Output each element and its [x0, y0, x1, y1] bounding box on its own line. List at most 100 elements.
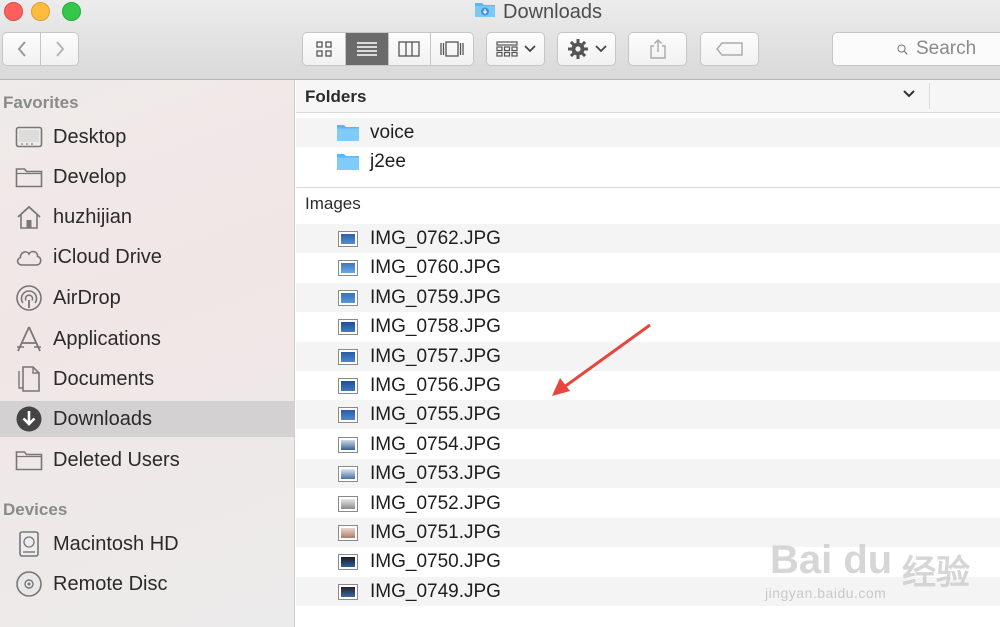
watermark-logo: Bai du	[770, 538, 893, 582]
action-button[interactable]	[557, 32, 616, 66]
chevron-down-icon	[594, 45, 607, 53]
list-item[interactable]: IMG_0752.JPG	[296, 489, 1000, 518]
watermark-url: jingyan.baidu.com	[765, 585, 887, 601]
file-name: IMG_0760.JPG	[370, 256, 501, 278]
sidebar-item-macintosh-hd[interactable]: Macintosh HD	[0, 526, 294, 562]
folder-icon	[336, 152, 360, 172]
cover-flow-view-button[interactable]	[430, 33, 473, 65]
sidebar-item-airdrop[interactable]: AirDrop	[0, 280, 294, 316]
annotation-arrow	[552, 323, 651, 396]
window-title: Downloads	[474, 1, 602, 23]
file-name: IMG_0757.JPG	[370, 345, 501, 367]
sidebar-item-documents[interactable]: Documents	[0, 361, 294, 397]
sidebar-item-applications[interactable]: Applications	[0, 321, 294, 357]
tag-icon	[715, 42, 743, 56]
arrange-button[interactable]	[486, 32, 545, 66]
sidebar-item-label: iCloud Drive	[53, 245, 162, 268]
forward-button[interactable]	[40, 33, 78, 65]
gear-icon	[567, 39, 588, 59]
list-item[interactable]: IMG_0753.JPG	[296, 459, 1000, 488]
list-item[interactable]: IMG_0750.JPG	[296, 547, 1000, 576]
disc-icon	[14, 569, 44, 599]
file-name: IMG_0758.JPG	[370, 315, 501, 337]
file-name: IMG_0762.JPG	[370, 227, 501, 249]
sidebar-item-label: Develop	[53, 165, 127, 188]
list-item[interactable]: IMG_0762.JPG	[296, 224, 1000, 253]
image-file-icon	[336, 229, 360, 249]
file-name: IMG_0756.JPG	[370, 374, 501, 396]
list-item[interactable]: IMG_0759.JPG	[296, 283, 1000, 312]
grid-icon	[316, 41, 332, 57]
file-name: IMG_0759.JPG	[370, 286, 501, 308]
home-icon	[14, 202, 44, 232]
list-item[interactable]: j2ee	[296, 147, 1000, 176]
cloud-icon	[14, 242, 44, 272]
sidebar-item-label: Remote Disc	[53, 572, 168, 595]
window-title-text: Downloads	[503, 0, 602, 23]
sidebar-item-downloads[interactable]: Downloads	[0, 401, 294, 437]
image-file-icon	[336, 288, 360, 308]
sidebar-item-develop[interactable]: Develop	[0, 159, 294, 195]
column-divider	[929, 83, 930, 109]
list-item[interactable]: IMG_0754.JPG	[296, 430, 1000, 459]
sidebar-item-label: AirDrop	[53, 286, 121, 309]
minimize-window-button[interactable]	[31, 2, 50, 21]
cover-flow-icon	[440, 41, 464, 57]
folder-icon	[336, 123, 360, 143]
image-file-icon	[336, 582, 360, 602]
sidebar-section-devices: Devices	[3, 500, 68, 519]
documents-icon	[14, 364, 44, 394]
chevron-right-icon	[55, 41, 64, 57]
column-view-button[interactable]	[387, 33, 431, 65]
list-item[interactable]: IMG_0749.JPG	[296, 577, 1000, 606]
sidebar-item-desktop[interactable]: Desktop	[0, 119, 294, 155]
group-header-folders[interactable]: Folders	[296, 80, 1000, 113]
list-item[interactable]: IMG_0755.JPG	[296, 400, 1000, 429]
file-name: IMG_0752.JPG	[370, 492, 501, 514]
zoom-window-button[interactable]	[62, 2, 81, 21]
image-file-icon	[336, 258, 360, 278]
sidebar-item-remote-disc[interactable]: Remote Disc	[0, 566, 294, 602]
list-item[interactable]: IMG_0760.JPG	[296, 253, 1000, 282]
search-field[interactable]	[832, 32, 1000, 66]
share-icon	[649, 39, 666, 59]
image-file-icon	[336, 464, 360, 484]
desktop-icon	[14, 122, 44, 152]
sidebar-item-label: Applications	[53, 327, 161, 350]
tags-button[interactable]	[700, 32, 759, 66]
chevron-down-icon[interactable]	[902, 89, 916, 99]
file-name: IMG_0755.JPG	[370, 403, 501, 425]
sidebar-item-label: Macintosh HD	[53, 532, 179, 555]
hard-disk-icon	[14, 529, 44, 559]
image-file-icon	[336, 523, 360, 543]
sidebar-item-label: Documents	[53, 367, 155, 390]
file-name: j2ee	[370, 150, 406, 172]
share-button[interactable]	[628, 32, 687, 66]
folder-icon	[14, 445, 44, 475]
watermark-logo-cn: 经验	[902, 554, 970, 592]
file-name: IMG_0751.JPG	[370, 521, 501, 543]
folder-icon	[14, 162, 44, 192]
sidebar: Favorites Desktop Develop huzhijian iClo…	[0, 80, 295, 627]
file-name: IMG_0753.JPG	[370, 462, 501, 484]
image-file-icon	[336, 347, 360, 367]
list-view-button[interactable]	[344, 33, 388, 65]
sidebar-item-icloud-drive[interactable]: iCloud Drive	[0, 239, 294, 275]
sidebar-item-home[interactable]: huzhijian	[0, 199, 294, 235]
sidebar-section-favorites: Favorites	[3, 93, 79, 112]
group-divider	[296, 187, 1000, 188]
back-button[interactable]	[3, 33, 40, 65]
group-header-images: Images	[305, 194, 361, 213]
list-item[interactable]: IMG_0751.JPG	[296, 518, 1000, 547]
close-window-button[interactable]	[4, 2, 23, 21]
group-header-label: Folders	[305, 87, 367, 106]
icon-view-button[interactable]	[303, 33, 345, 65]
file-name: IMG_0750.JPG	[370, 550, 501, 572]
chevron-left-icon	[17, 41, 26, 57]
list-item[interactable]: voice	[296, 118, 1000, 147]
image-file-icon	[336, 435, 360, 455]
sidebar-item-deleted-users[interactable]: Deleted Users	[0, 442, 294, 478]
arrange-grid-icon	[495, 41, 518, 57]
search-input[interactable]	[916, 38, 1000, 60]
downloads-folder-icon	[474, 0, 496, 24]
